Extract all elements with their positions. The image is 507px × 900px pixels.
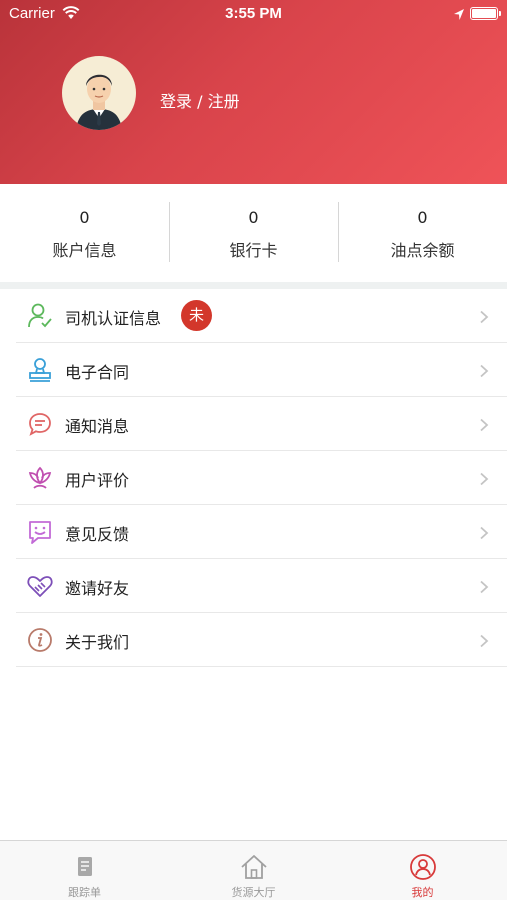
stat-bank-card[interactable]: 0 银行卡 <box>169 184 338 282</box>
avatar[interactable] <box>62 56 136 130</box>
unverified-badge: 未 <box>181 300 212 331</box>
handshake-heart-icon <box>26 572 54 600</box>
lotus-icon <box>26 464 54 492</box>
stat-label: 账户信息 <box>52 241 117 260</box>
menu-item-label: 通知消息 <box>65 417 130 436</box>
menu-list: 司机认证信息 未 电子合同 通知消息 用户评价 意见反馈 邀请好友 关于我们 <box>0 289 507 667</box>
menu-item-user-reviews[interactable]: 用户评价 <box>16 451 507 505</box>
chevron-right-icon <box>477 471 491 486</box>
stat-value: 0 <box>248 208 259 227</box>
chevron-right-icon <box>477 309 491 324</box>
tab-mine[interactable]: 我的 <box>338 841 507 900</box>
feedback-smile-icon <box>26 518 54 546</box>
chevron-right-icon <box>477 579 491 594</box>
menu-item-label: 关于我们 <box>65 633 130 652</box>
chevron-right-icon <box>477 417 491 432</box>
tab-bar: 跟踪单 货源大厅 我的 <box>0 840 507 900</box>
house-icon <box>239 852 269 882</box>
menu-item-notifications[interactable]: 通知消息 <box>16 397 507 451</box>
menu-item-about-us[interactable]: 关于我们 <box>16 613 507 667</box>
stat-label: 油点余额 <box>390 241 455 260</box>
stat-oil-balance[interactable]: 0 油点余额 <box>338 184 507 282</box>
person-circle-icon <box>408 852 438 882</box>
stat-value: 0 <box>79 208 90 227</box>
chevron-right-icon <box>477 525 491 540</box>
menu-item-label: 邀请好友 <box>65 579 130 598</box>
menu-item-label: 电子合同 <box>65 363 130 382</box>
message-bubble-icon <box>26 410 54 438</box>
profile-header: Carrier 3:55 PM 登录 / 注册 <box>0 0 507 184</box>
contract-stamp-icon <box>26 356 54 384</box>
menu-item-e-contract[interactable]: 电子合同 <box>16 343 507 397</box>
chevron-right-icon <box>477 633 491 648</box>
stat-value: 0 <box>417 208 428 227</box>
menu-item-label: 意见反馈 <box>65 525 130 544</box>
menu-item-label: 用户评价 <box>65 471 130 490</box>
tab-cargo-hall[interactable]: 货源大厅 <box>169 841 338 900</box>
tab-label: 货源大厅 <box>231 886 276 899</box>
location-arrow-icon <box>453 6 465 25</box>
document-icon <box>70 852 100 882</box>
stat-account-info[interactable]: 0 账户信息 <box>0 184 169 282</box>
status-bar: Carrier 3:55 PM <box>0 0 507 30</box>
section-divider <box>0 282 507 289</box>
status-time: 3:55 PM <box>225 5 282 22</box>
menu-item-feedback[interactable]: 意见反馈 <box>16 505 507 559</box>
tab-label: 跟踪单 <box>68 886 101 899</box>
tab-tracking[interactable]: 跟踪单 <box>0 841 169 900</box>
menu-item-driver-verification[interactable]: 司机认证信息 未 <box>16 289 507 343</box>
stat-label: 银行卡 <box>229 241 278 260</box>
menu-item-label: 司机认证信息 <box>65 309 162 328</box>
tab-label: 我的 <box>411 886 434 899</box>
driver-verify-icon <box>26 302 54 330</box>
login-register-link[interactable]: 登录 / 注册 <box>160 88 240 112</box>
info-icon <box>26 626 54 654</box>
menu-item-invite-friends[interactable]: 邀请好友 <box>16 559 507 613</box>
battery-icon <box>470 7 501 20</box>
account-stats: 0 账户信息 0 银行卡 0 油点余额 <box>0 184 507 282</box>
chevron-right-icon <box>477 363 491 378</box>
